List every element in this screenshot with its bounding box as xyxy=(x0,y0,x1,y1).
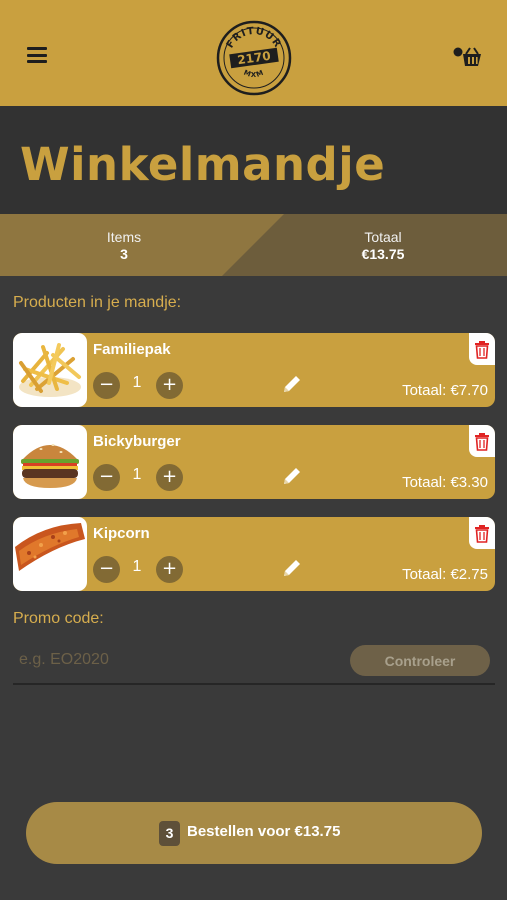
items-label: Items xyxy=(106,229,142,245)
delete-item-button[interactable] xyxy=(469,425,495,457)
delete-item-button[interactable] xyxy=(469,333,495,365)
page-title: Winkelmandje xyxy=(20,138,386,191)
pencil-icon[interactable] xyxy=(281,373,303,395)
promo-underline xyxy=(13,683,495,685)
product-name: Bickyburger xyxy=(93,433,181,450)
line-total: Totaal: €7.70 xyxy=(402,382,488,399)
trash-icon xyxy=(475,341,489,359)
product-name: Familiepak xyxy=(93,341,171,358)
decrease-quantity-button[interactable]: − xyxy=(93,556,120,583)
increase-quantity-button[interactable]: + xyxy=(156,556,183,583)
line-total: Totaal: €2.75 xyxy=(402,566,488,583)
cart-item-kipcorn: Kipcorn − 1 + Totaal: €2.75 xyxy=(13,517,495,591)
increase-quantity-button[interactable]: + xyxy=(156,464,183,491)
trash-icon xyxy=(475,433,489,451)
promo-code-input[interactable] xyxy=(13,642,343,678)
cart-item-familiepak: Familiepak − 1 + Totaal: €7.70 xyxy=(13,333,495,407)
app-header: FRITUUR 2170 MXM xyxy=(0,0,507,106)
total-value: €13.75 xyxy=(361,246,405,262)
items-value: 3 xyxy=(120,246,128,262)
quantity-value: 1 xyxy=(132,374,142,391)
place-order-button[interactable]: 3 Bestellen voor €13.75 xyxy=(26,802,482,864)
total-label: Totaal xyxy=(364,229,402,245)
check-promo-button[interactable]: Controleer xyxy=(350,645,490,676)
title-band: Winkelmandje xyxy=(0,106,507,214)
product-name: Kipcorn xyxy=(93,525,150,542)
summary-total: Totaal €13.75 xyxy=(283,229,483,262)
frituur-logo: FRITUUR 2170 MXM xyxy=(216,20,292,96)
order-count-badge: 3 xyxy=(159,821,180,846)
fries-image xyxy=(13,333,87,407)
kipcorn-image xyxy=(13,517,87,591)
hamburger-menu-icon[interactable] xyxy=(27,47,47,65)
quantity-value: 1 xyxy=(132,466,142,483)
basket-icon[interactable] xyxy=(451,44,483,70)
trash-icon xyxy=(475,525,489,543)
decrease-quantity-button[interactable]: − xyxy=(93,464,120,491)
increase-quantity-button[interactable]: + xyxy=(156,372,183,399)
quantity-value: 1 xyxy=(132,558,142,575)
svg-text:MXM: MXM xyxy=(243,69,266,79)
burger-image xyxy=(13,425,87,499)
line-total: Totaal: €3.30 xyxy=(402,474,488,491)
pencil-icon[interactable] xyxy=(281,557,303,579)
svg-text:2170: 2170 xyxy=(236,49,271,68)
decrease-quantity-button[interactable]: − xyxy=(93,372,120,399)
summary-items: Items 3 xyxy=(24,229,224,262)
delete-item-button[interactable] xyxy=(469,517,495,549)
order-button-label: Bestellen voor €13.75 xyxy=(187,823,341,840)
pencil-icon[interactable] xyxy=(281,465,303,487)
promo-code-label: Promo code: xyxy=(13,610,104,627)
cart-summary-bar: Items 3 Totaal €13.75 xyxy=(0,214,507,276)
products-section-label: Producten in je mandje: xyxy=(13,294,182,311)
cart-item-bickyburger: Bickyburger − 1 + Totaal: €3.30 xyxy=(13,425,495,499)
